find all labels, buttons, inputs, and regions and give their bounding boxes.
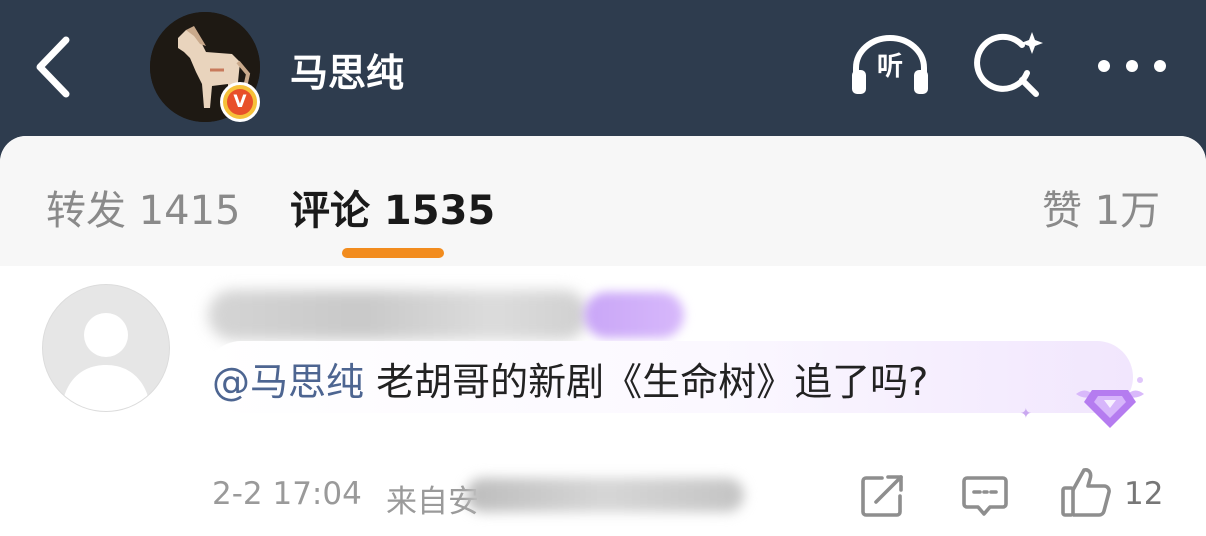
vip-diamond-badge-icon xyxy=(1070,372,1150,432)
comment-source-label: 来自安 xyxy=(386,484,479,520)
comment-time: 2-2 17:04 xyxy=(212,476,362,512)
back-button[interactable] xyxy=(30,34,78,100)
thumbs-up-icon xyxy=(1061,468,1111,517)
sparkle-decoration: ✦ xyxy=(1020,406,1032,422)
comment-icon xyxy=(962,476,1008,516)
user-avatar[interactable]: V xyxy=(150,12,260,122)
verified-mark: V xyxy=(227,89,253,115)
tab-likes[interactable]: 赞 1万 xyxy=(1042,178,1160,236)
top-bar: V 马思纯 听 xyxy=(0,0,1206,140)
tab-forward[interactable]: 转发 1415 xyxy=(46,178,241,236)
comment-source-redacted xyxy=(466,478,744,512)
ai-search-icon xyxy=(974,32,1043,97)
listen-label: 听 xyxy=(876,52,903,82)
commenter-avatar[interactable] xyxy=(42,284,170,412)
tab-bar: 转发 1415 评论 1535 赞 1万 xyxy=(0,136,1206,267)
comment-text: @马思纯 老胡哥的新剧《生命树》追了吗? xyxy=(212,351,928,406)
commenter-name-redacted[interactable] xyxy=(208,290,588,340)
comment-body: 老胡哥的新剧《生命树》追了吗? xyxy=(364,360,929,404)
profile-username[interactable]: 马思纯 xyxy=(290,42,404,97)
like-button[interactable] xyxy=(1060,466,1112,518)
mention-link[interactable]: @马思纯 xyxy=(212,360,364,404)
reply-button[interactable] xyxy=(962,474,1008,518)
tab-comments[interactable]: 评论 1535 xyxy=(290,178,495,236)
comments-panel: 转发 1415 评论 1535 赞 1万 @马思纯 老胡哥的新剧《生命树》追了吗… xyxy=(0,136,1206,536)
like-count: 12 xyxy=(1124,476,1164,512)
search-button[interactable] xyxy=(972,28,1046,102)
listen-button[interactable]: 听 xyxy=(848,32,932,98)
back-chevron-icon xyxy=(36,36,70,98)
share-icon xyxy=(861,475,903,517)
default-avatar-icon xyxy=(61,313,151,411)
active-tab-indicator xyxy=(342,248,444,258)
more-button[interactable] xyxy=(1094,52,1170,80)
member-badge-redacted xyxy=(584,292,684,338)
verified-badge: V xyxy=(220,82,260,122)
share-button[interactable] xyxy=(860,474,904,518)
more-dots-icon xyxy=(1098,60,1166,72)
